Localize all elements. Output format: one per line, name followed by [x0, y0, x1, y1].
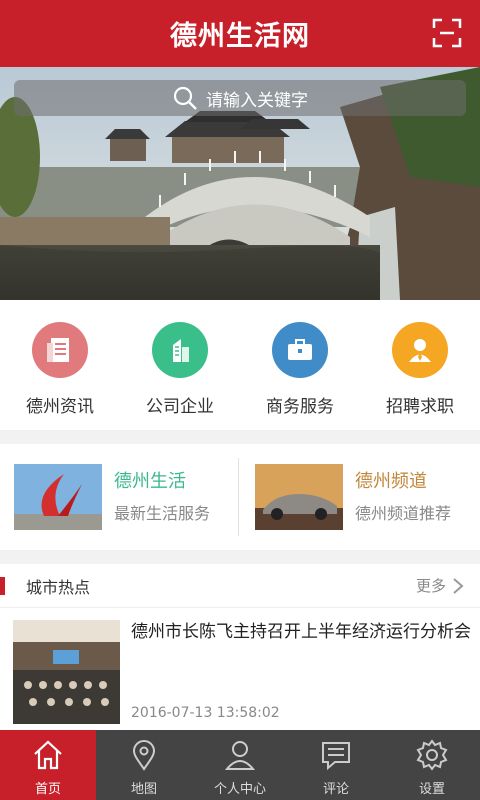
- title-bar: 德州生活网: [0, 0, 480, 67]
- search-placeholder: 请输入关键字: [206, 90, 308, 111]
- tab-settings[interactable]: 设置: [384, 730, 480, 800]
- category-business-services[interactable]: 商务服务: [240, 300, 360, 430]
- promo-dezhou-channel[interactable]: 德州频道 德州频道推荐: [240, 444, 480, 550]
- promo-section: 德州生活 最新生活服务 德州频道 德州频道推荐: [0, 444, 480, 550]
- scan-icon[interactable]: [432, 18, 462, 48]
- section-title: 城市热点: [26, 577, 91, 597]
- category-companies[interactable]: 公司企业: [120, 300, 240, 430]
- map-pin-icon: [132, 740, 156, 771]
- comment-icon: [322, 742, 350, 771]
- section-header: 城市热点 更多: [0, 564, 480, 608]
- category-label: 招聘求职: [386, 397, 454, 417]
- sculpture-thumbnail: [14, 464, 102, 530]
- car-thumbnail: [255, 464, 343, 530]
- divider: [238, 458, 239, 536]
- briefcase-icon: [272, 322, 328, 378]
- promo-subtitle: 最新生活服务: [114, 504, 211, 523]
- tab-label: 首页: [34, 782, 61, 797]
- category-jobs[interactable]: 招聘求职: [360, 300, 480, 430]
- promo-dezhou-life[interactable]: 德州生活 最新生活服务: [0, 444, 240, 550]
- category-grid: 德州资讯 公司企业 商务服务 招聘求职: [0, 300, 480, 430]
- news-title: 德州市长陈飞主持召开上半年经济运行分析会: [131, 622, 471, 642]
- chevron-right-icon[interactable]: [452, 578, 464, 594]
- promo-subtitle: 德州频道推荐: [355, 504, 452, 523]
- news-icon: [32, 322, 88, 378]
- person-icon: [392, 322, 448, 378]
- tab-label: 地图: [130, 782, 157, 797]
- user-icon: [224, 741, 256, 770]
- tab-comments[interactable]: 评论: [288, 730, 384, 800]
- more-link[interactable]: 更多: [416, 575, 446, 596]
- search-icon: [173, 86, 197, 110]
- news-time: 2016-07-13 13:58:02: [131, 705, 280, 721]
- category-label: 德州资讯: [26, 397, 94, 417]
- app-title: 德州生活网: [170, 21, 310, 52]
- meeting-thumbnail: [13, 620, 120, 724]
- building-icon: [152, 322, 208, 378]
- search-input[interactable]: 请输入关键字: [14, 80, 466, 116]
- tab-label: 评论: [322, 782, 349, 797]
- tab-profile[interactable]: 个人中心: [192, 730, 288, 800]
- bottom-tab-bar: 首页 地图 个人中心 评论 设置: [0, 730, 480, 800]
- tab-label: 设置: [418, 782, 445, 797]
- section-accent-bar: [0, 577, 5, 595]
- tab-map[interactable]: 地图: [96, 730, 192, 800]
- category-label: 公司企业: [146, 397, 214, 417]
- promo-title: 德州生活: [114, 471, 186, 492]
- category-dezhou-news[interactable]: 德州资讯: [0, 300, 120, 430]
- category-label: 商务服务: [266, 397, 334, 417]
- tab-label: 个人中心: [213, 782, 266, 797]
- home-icon: [34, 740, 62, 770]
- gear-icon: [416, 739, 448, 771]
- tab-home[interactable]: 首页: [0, 730, 96, 800]
- promo-title: 德州频道: [355, 471, 427, 492]
